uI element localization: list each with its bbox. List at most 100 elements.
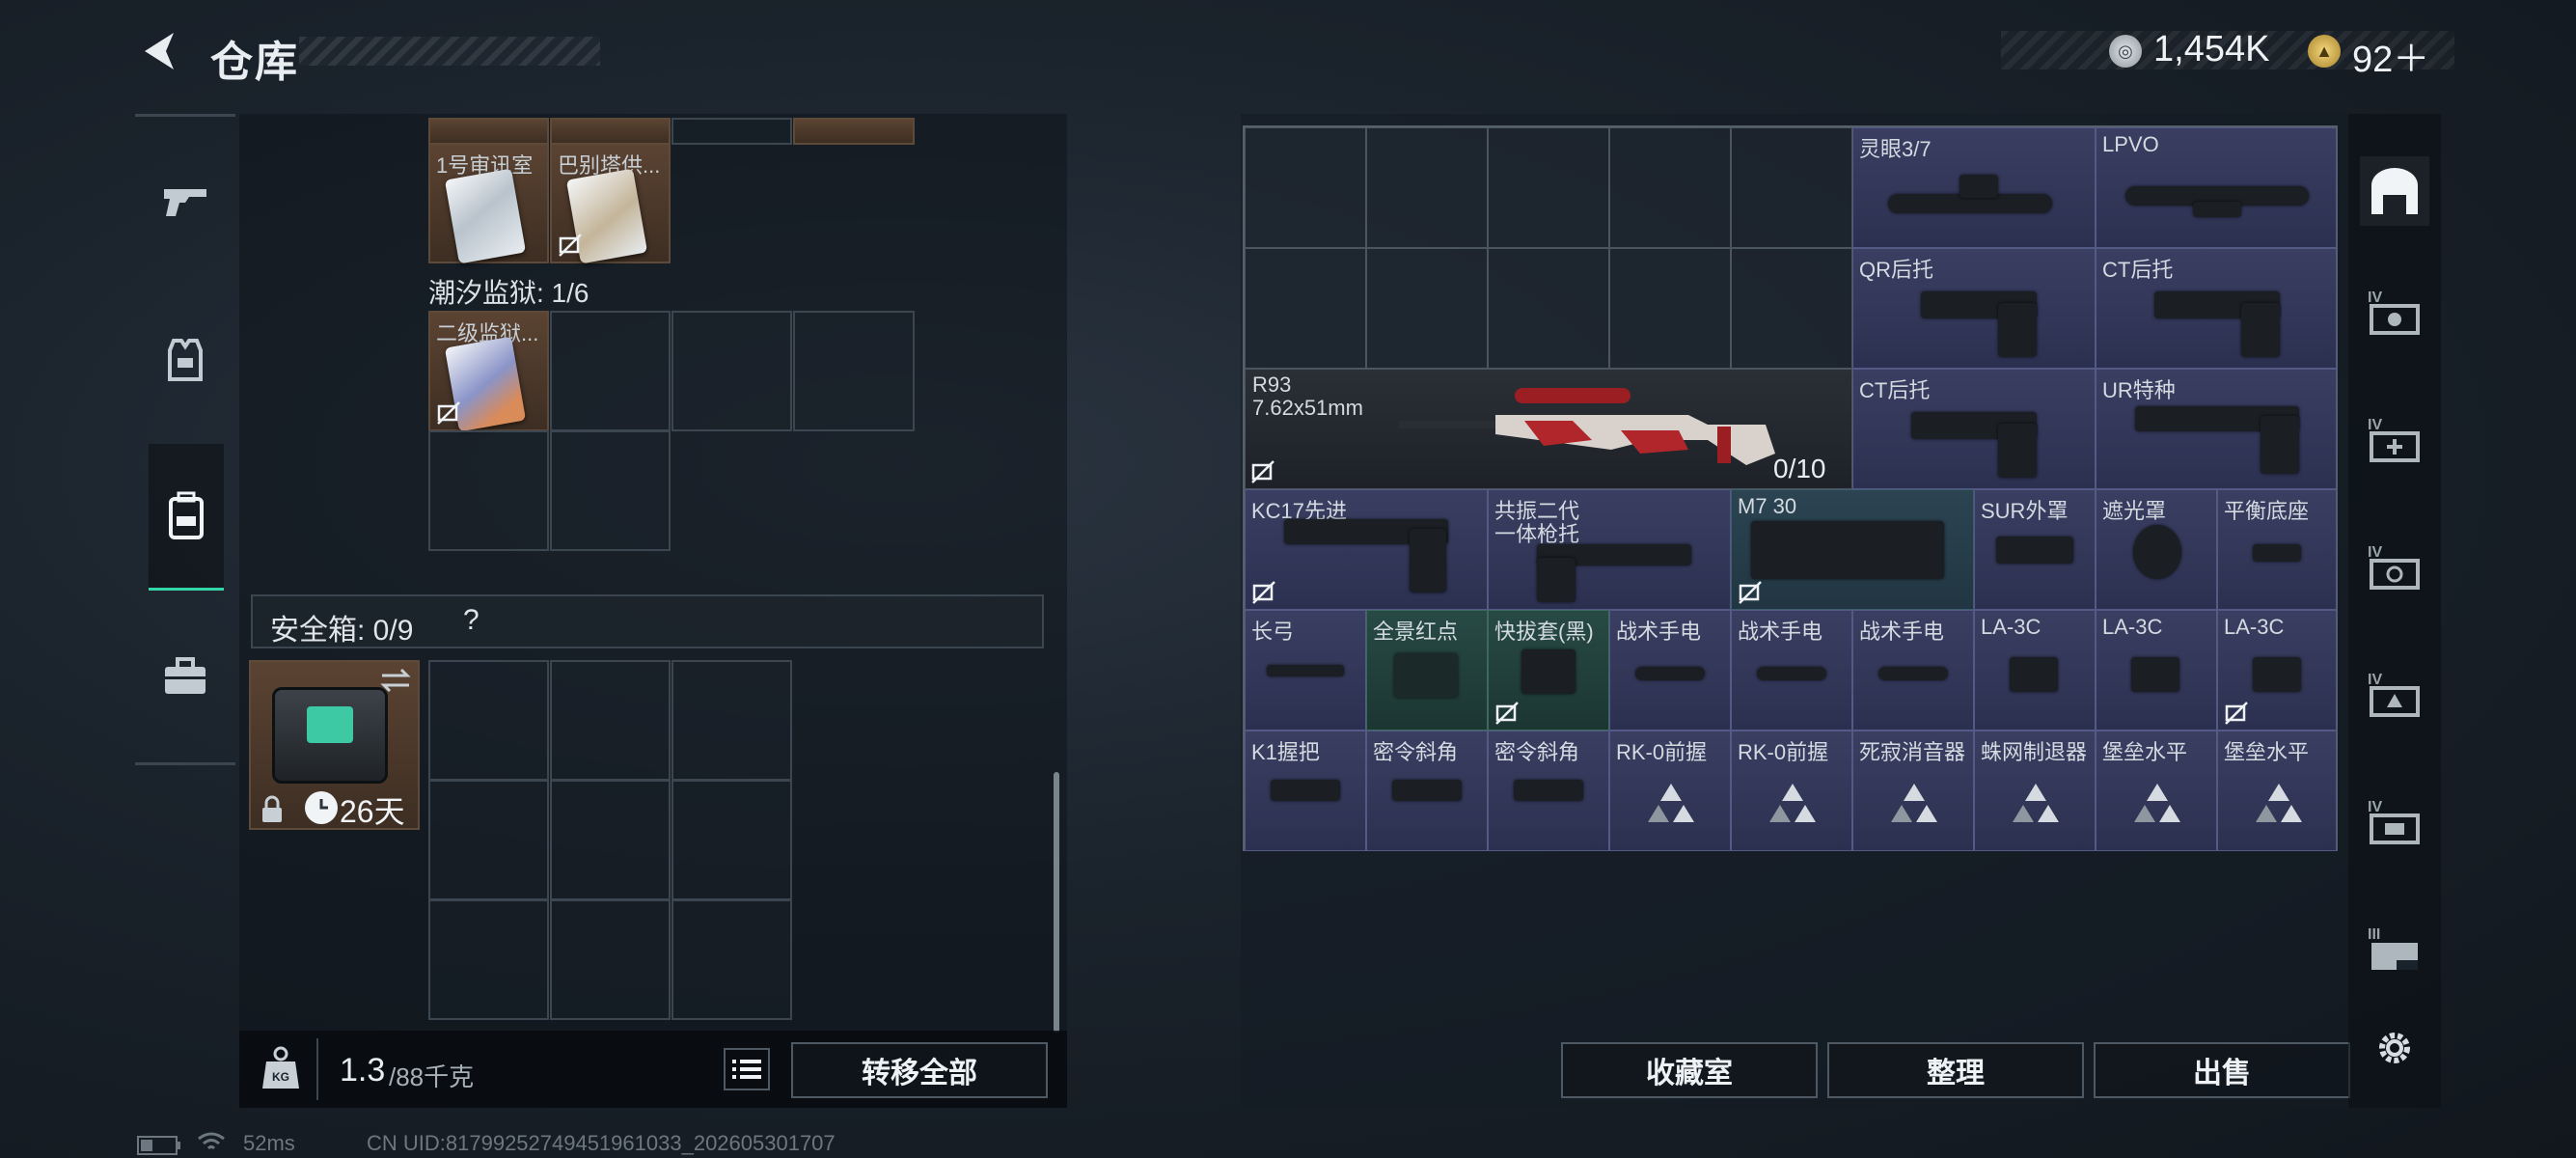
stash-item-grip[interactable]: 密令斜角 bbox=[1366, 731, 1488, 851]
keycard-slot[interactable]: 巴别塔供... bbox=[550, 143, 671, 264]
stash-item-flashlight[interactable]: 战术手电 bbox=[1609, 610, 1731, 731]
item-label: 密令斜角 bbox=[1494, 740, 1580, 764]
stash-item-scope[interactable]: LPVO bbox=[2096, 127, 2337, 248]
item-label: 战术手电 bbox=[1859, 620, 1945, 644]
stash-item-stock[interactable]: CT后托 bbox=[2096, 248, 2337, 369]
stash-item-stock[interactable]: UR特种 bbox=[2096, 369, 2337, 489]
safebox-slot[interactable] bbox=[550, 780, 671, 900]
empty-slot[interactable] bbox=[550, 311, 671, 431]
stash-slot-empty[interactable] bbox=[1245, 248, 1366, 369]
stash-item-mount[interactable]: 快拔套(黑) bbox=[1488, 610, 1609, 731]
sell-button[interactable]: 出售 bbox=[2094, 1042, 2350, 1098]
rifle-caliber: 7.62x51mm bbox=[1252, 396, 1363, 420]
stash-item-grip[interactable]: RK-0前握 bbox=[1609, 731, 1731, 851]
empty-slot[interactable] bbox=[793, 311, 915, 431]
title-decoration bbox=[299, 37, 600, 66]
stash-item-stock[interactable]: 共振二代 一体枪托 bbox=[1488, 489, 1731, 610]
stash-item-stock[interactable]: CT后托 bbox=[1852, 369, 2096, 489]
stash-item-stock[interactable]: KC17先进 bbox=[1245, 489, 1488, 610]
stash-slot-empty[interactable] bbox=[1488, 127, 1609, 248]
safebox-slot[interactable] bbox=[428, 780, 549, 900]
sort-button[interactable]: 整理 bbox=[1827, 1042, 2084, 1098]
svg-text:KG: KG bbox=[272, 1070, 289, 1084]
stash-slot-empty[interactable] bbox=[1609, 127, 1731, 248]
stash-tab-7[interactable]: IV bbox=[2360, 666, 2429, 735]
safebox-slot[interactable] bbox=[428, 660, 549, 781]
stash-item-sight[interactable]: 全景红点 bbox=[1366, 610, 1488, 731]
rifle-ammo-count: 0/10 bbox=[1773, 454, 1826, 483]
empty-slot[interactable] bbox=[428, 430, 549, 551]
safebox-slot[interactable] bbox=[550, 660, 671, 781]
stash-item-grip[interactable]: 密令斜角 bbox=[1488, 731, 1609, 851]
stash-tab-9[interactable]: III bbox=[2360, 921, 2429, 990]
stash-item-grip[interactable]: 堡垒水平 bbox=[2096, 731, 2217, 851]
stash-tab-4[interactable]: IV bbox=[2360, 284, 2429, 353]
stash-slot-empty[interactable] bbox=[1488, 248, 1609, 369]
safebox-duration: 26天 bbox=[340, 794, 405, 829]
clock-icon bbox=[305, 791, 338, 824]
empty-slot[interactable] bbox=[550, 430, 671, 551]
stash-slot-empty[interactable] bbox=[1609, 248, 1731, 369]
stash-item-grip[interactable]: K1握把 bbox=[1245, 731, 1366, 851]
stash-tab-all[interactable] bbox=[2360, 156, 2429, 226]
swap-icon[interactable] bbox=[378, 666, 413, 695]
empty-slot[interactable] bbox=[671, 311, 792, 431]
stash-item-laser[interactable]: LA-3C bbox=[2096, 610, 2217, 731]
tab-backpack[interactable] bbox=[149, 444, 224, 591]
flashlight-icon bbox=[1635, 667, 1705, 680]
stash-item-grip[interactable]: 堡垒水平 bbox=[2217, 731, 2337, 851]
tab-toolbox[interactable] bbox=[135, 623, 235, 730]
stash-slot-empty[interactable] bbox=[1366, 127, 1488, 248]
safebox-slot[interactable] bbox=[428, 899, 549, 1020]
back-icon[interactable] bbox=[135, 27, 183, 75]
stash-item-laser[interactable]: LA-3C bbox=[1974, 610, 2096, 731]
stock-icon-butt bbox=[2241, 303, 2280, 357]
stash-item-handguard[interactable]: M7 30 bbox=[1731, 489, 1974, 610]
list-view-button[interactable] bbox=[724, 1048, 770, 1090]
stash-tab-6[interactable]: IV bbox=[2360, 538, 2429, 608]
item-label: RK-0前握 bbox=[1616, 740, 1708, 764]
stash-item-flashlight[interactable]: 战术手电 bbox=[1731, 610, 1852, 731]
stash-item-scope[interactable]: 灵眼3/7 bbox=[1852, 127, 2096, 248]
stash-item-flashlight[interactable]: 战术手电 bbox=[1852, 610, 1974, 731]
keycard-slot[interactable]: 1号审讯室 bbox=[428, 143, 549, 264]
collection-room-button[interactable]: 收藏室 bbox=[1561, 1042, 1818, 1098]
stash-settings-button[interactable] bbox=[2360, 1013, 2429, 1083]
safebox-slot[interactable] bbox=[671, 899, 792, 1020]
stash-slot-empty[interactable] bbox=[1366, 248, 1488, 369]
stash-item-laser[interactable]: LA-3C bbox=[2217, 610, 2337, 731]
transfer-all-button[interactable]: 转移全部 bbox=[791, 1042, 1048, 1098]
stash-slot-empty[interactable] bbox=[1731, 127, 1852, 248]
stash-item-suppressor[interactable]: 死寂消音器 bbox=[1852, 731, 1974, 851]
laser-icon bbox=[2010, 657, 2058, 692]
stash-tab-5[interactable]: IV bbox=[2360, 411, 2429, 481]
gold-currency-amount[interactable]: 92＋ bbox=[2352, 29, 2429, 82]
item-label: 堡垒水平 bbox=[2224, 740, 2310, 764]
stash-item-grip[interactable]: RK-0前握 bbox=[1731, 731, 1852, 851]
pistol-icon bbox=[164, 189, 206, 216]
stash-item-muzzle[interactable]: SUR外罩 bbox=[1974, 489, 2096, 610]
ping-indicator: 52ms bbox=[243, 1131, 295, 1155]
stash-slot-empty[interactable] bbox=[1245, 127, 1366, 248]
safebox-slot[interactable] bbox=[671, 660, 792, 781]
tab-armor[interactable] bbox=[135, 307, 235, 413]
keycard-icon bbox=[444, 168, 527, 264]
stash-item-muzzle-brake[interactable]: 蛛网制退器 bbox=[1974, 731, 2096, 851]
stash-slot-empty[interactable] bbox=[1731, 248, 1852, 369]
tab-tier-tag: IV bbox=[2368, 544, 2383, 561]
stock-icon-butt bbox=[2261, 416, 2299, 474]
tab-weapons[interactable] bbox=[135, 150, 235, 256]
inventory-scrollbar[interactable] bbox=[1054, 772, 1059, 1033]
stash-item-stock[interactable]: QR后托 bbox=[1852, 248, 2096, 369]
grip-icon bbox=[1271, 780, 1340, 801]
stash-item-mount[interactable]: 平衡底座 bbox=[2217, 489, 2337, 610]
stash-item-bipod[interactable]: 长弓 bbox=[1245, 610, 1366, 731]
keycard-slot[interactable]: 二级监狱... bbox=[428, 311, 549, 432]
help-icon[interactable]: ? bbox=[463, 604, 480, 637]
sniper-rifle-icon bbox=[1399, 388, 1775, 465]
safebox-slot[interactable] bbox=[671, 780, 792, 900]
weight-max: /88千克 bbox=[389, 1062, 475, 1091]
stash-item-hood[interactable]: 遮光罩 bbox=[2096, 489, 2217, 610]
safebox-slot[interactable] bbox=[550, 899, 671, 1020]
stash-tab-8[interactable]: IV bbox=[2360, 793, 2429, 863]
